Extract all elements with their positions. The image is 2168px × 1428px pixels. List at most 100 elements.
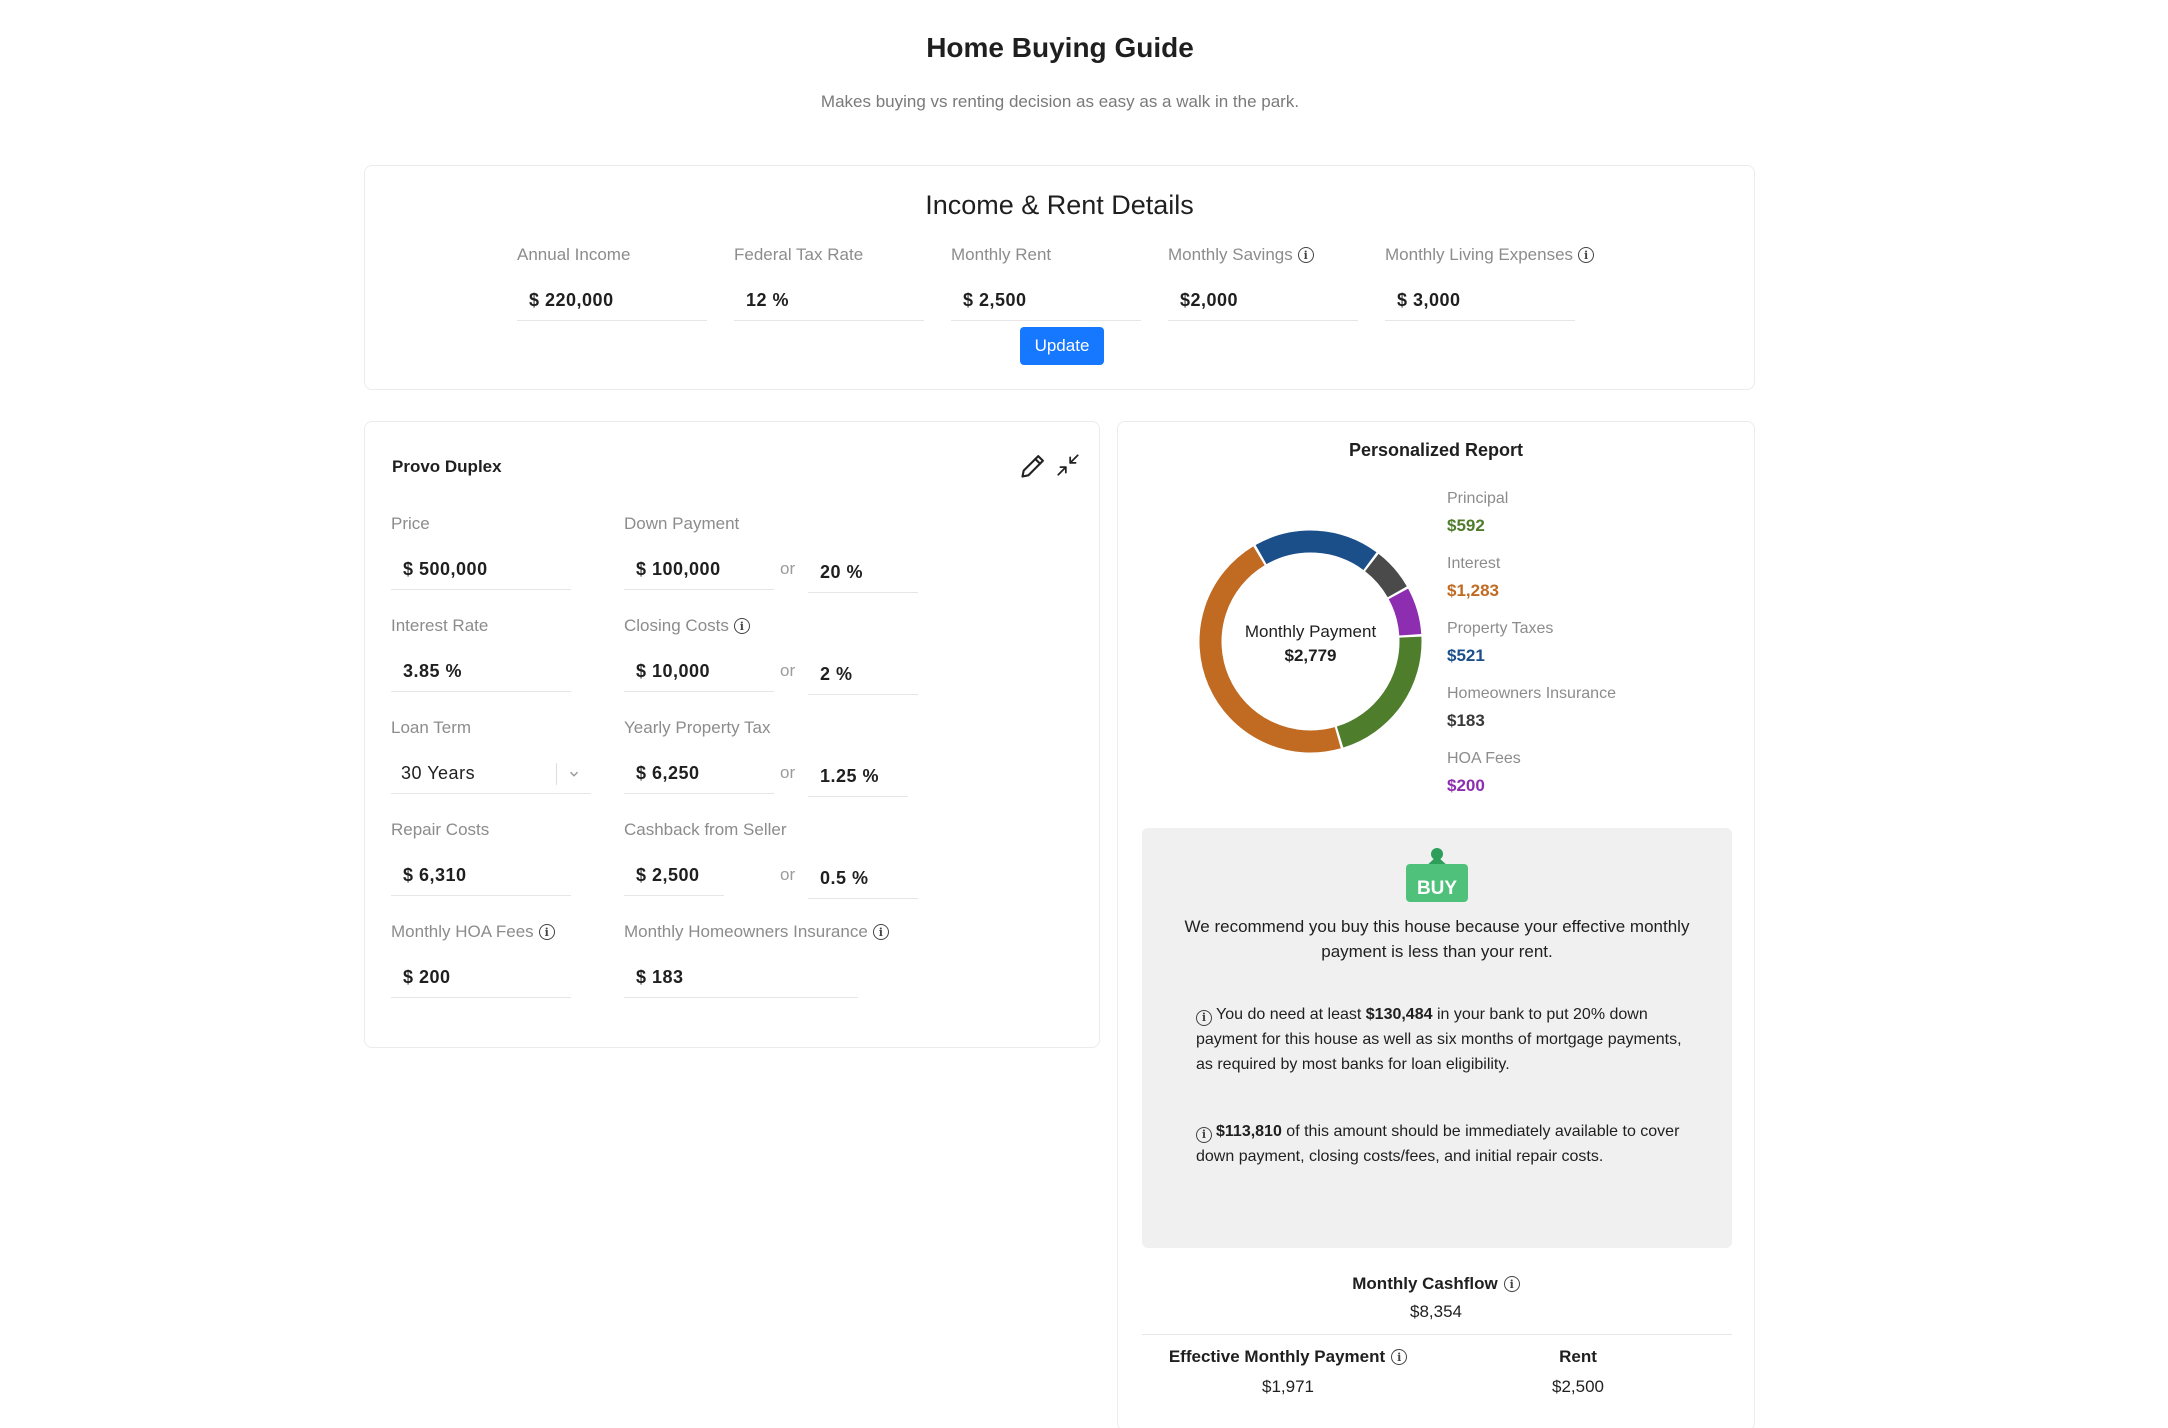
select-separator [556, 762, 557, 785]
legend-item-hoa-fees: HOA Fees $200 [1447, 750, 1616, 815]
monthly-savings-label: Monthly Savings i [1168, 245, 1358, 265]
savings-note: i You do need at least $130,484 in your b… [1196, 1006, 1682, 1073]
monthly-rent-input[interactable]: $ 2,500 [951, 281, 1141, 321]
donut-center-label: Monthly Payment [1244, 622, 1377, 641]
income-card-title: Income & Rent Details [925, 190, 1194, 220]
down-payment-label: Down Payment [624, 514, 740, 533]
page-root: Home Buying Guide Makes buying vs rentin… [0, 0, 2168, 1428]
legend-value: $183 [1447, 711, 1485, 730]
annual-income-input[interactable]: $ 220,000 [517, 281, 707, 321]
yearly-property-tax-label: Yearly Property Tax [624, 718, 771, 737]
available-funds-note: i $113,810 of this amount should be immed… [1196, 1123, 1680, 1165]
monthly-insurance-label: Monthly Homeowners Insurance i [624, 922, 889, 942]
legend-label: Principal [1447, 490, 1509, 507]
down-payment-percent-input[interactable]: 20 % [808, 553, 918, 593]
legend-value: $521 [1447, 646, 1485, 665]
cashback-percent-field: 0.5 % [808, 820, 918, 899]
info-icon[interactable]: i [1391, 1349, 1408, 1365]
legend-label: Property Taxes [1447, 620, 1554, 637]
cashback-input[interactable]: $ 2,500 [624, 856, 724, 896]
legend-label: Interest [1447, 555, 1501, 572]
annual-income-label: Annual Income [517, 245, 631, 264]
legend-item-homeowners-insurance: Homeowners Insurance $183 [1447, 685, 1616, 750]
info-icon[interactable]: i [1297, 247, 1314, 263]
price-input[interactable]: $ 500,000 [391, 550, 571, 590]
update-button[interactable]: Update [1020, 327, 1104, 365]
monthly-insurance-input[interactable]: $ 183 [624, 958, 858, 998]
or-text: or [780, 559, 796, 578]
monthly-cashflow-label: Monthly Cashflow i [1118, 1274, 1754, 1294]
closing-costs-percent-input[interactable]: 2 % [808, 655, 918, 695]
or-text: or [780, 763, 796, 782]
legend-value: $200 [1447, 776, 1485, 795]
info-icon[interactable]: i [1578, 247, 1595, 263]
buy-sign-icon: BUY [1406, 848, 1468, 902]
monthly-rent-label: Monthly Rent [951, 245, 1052, 264]
monthly-living-expenses-input[interactable]: $ 3,000 [1385, 281, 1575, 321]
interest-rate-field: Interest Rate 3.85 % [391, 616, 571, 692]
legend-label: HOA Fees [1447, 750, 1521, 767]
info-icon[interactable]: i [1503, 1276, 1520, 1292]
monthly-living-expenses-field: Monthly Living Expenses i $ 3,000 [1385, 245, 1595, 321]
loan-term-select[interactable]: 30 Years [391, 754, 591, 794]
repair-costs-label: Repair Costs [391, 820, 490, 839]
page-title: Home Buying Guide [926, 32, 1194, 63]
loan-term-label: Loan Term [391, 718, 472, 737]
property-name: Provo Duplex [392, 457, 502, 476]
closing-costs-percent-field: 2 % [808, 616, 918, 695]
info-icon[interactable]: i [872, 924, 889, 940]
loan-term-value: 30 Years [401, 763, 476, 783]
collapse-icon[interactable] [1055, 452, 1081, 478]
donut-center-value: $2,779 [1284, 646, 1337, 665]
closing-costs-input[interactable]: $ 10,000 [624, 652, 774, 692]
income-rent-card: Income & Rent Details Annual Income $ 22… [364, 165, 1755, 390]
monthly-hoa-input[interactable]: $ 200 [391, 958, 571, 998]
legend-value: $592 [1447, 516, 1485, 535]
payment-legend: Principal $592 Interest $1,283 Property … [1447, 490, 1616, 815]
edit-pencil-icon[interactable] [1019, 452, 1047, 480]
divider [1142, 1334, 1732, 1335]
legend-value: $1,283 [1447, 581, 1499, 600]
rent-value: $2,500 [1552, 1377, 1604, 1396]
repair-costs-input[interactable]: $ 6,310 [391, 856, 571, 896]
report-title: Personalized Report [1348, 440, 1524, 460]
monthly-living-expenses-label: Monthly Living Expenses i [1385, 245, 1595, 265]
cashback-label: Cashback from Seller [624, 820, 787, 839]
effective-payment-value: $1,971 [1262, 1377, 1314, 1396]
legend-item-property-taxes: Property Taxes $521 [1447, 620, 1616, 685]
donut-slice-property-taxes [1255, 530, 1377, 571]
price-field: Price $ 500,000 [391, 514, 571, 590]
interest-rate-label: Interest Rate [391, 616, 489, 635]
down-payment-input[interactable]: $ 100,000 [624, 550, 774, 590]
property-tax-percent-input[interactable]: 1.25 % [808, 757, 908, 797]
buy-badge-text: BUY [1417, 878, 1457, 899]
cashback-percent-input[interactable]: 0.5 % [808, 859, 918, 899]
info-icon[interactable]: i [538, 924, 555, 940]
property-tax-percent-field: 1.25 % [808, 718, 908, 797]
down-payment-percent-field: 20 % [808, 514, 918, 593]
closing-costs-field: Closing Costs i $ 10,000 [624, 616, 774, 692]
monthly-savings-input[interactable]: $2,000 [1168, 281, 1358, 321]
chevron-down-icon [569, 771, 579, 777]
rent-summary: Rent $2,500 [1508, 1347, 1648, 1397]
info-icon[interactable]: i [733, 618, 750, 634]
monthly-cashflow-value: $8,354 [1410, 1302, 1462, 1321]
closing-costs-label: Closing Costs i [624, 616, 774, 636]
effective-payment-label: Effective Monthly Payment i [1168, 1347, 1408, 1367]
yearly-property-tax-input[interactable]: $ 6,250 [624, 754, 774, 794]
effective-monthly-payment: Effective Monthly Payment i $1,971 [1168, 1347, 1408, 1397]
legend-label: Homeowners Insurance [1447, 685, 1616, 702]
or-text: or [780, 661, 796, 680]
monthly-hoa-field: Monthly HOA Fees i $ 200 [391, 922, 571, 998]
interest-rate-input[interactable]: 3.85 % [391, 652, 571, 692]
federal-tax-rate-input[interactable]: 12 % [734, 281, 924, 321]
or-text: or [780, 865, 796, 884]
recommendation-box: BUY We recommend you buy this house beca… [1142, 828, 1732, 1248]
donut-slice-homeowners-insurance [1364, 553, 1407, 598]
property-card: Provo Duplex Price $ 500,000 Down Paymen… [364, 421, 1100, 1048]
loan-term-field: Loan Term 30 Years [391, 718, 591, 794]
repair-costs-field: Repair Costs $ 6,310 [391, 820, 571, 896]
legend-item-principal: Principal $592 [1447, 490, 1616, 555]
page-subtitle: Makes buying vs renting decision as easy… [820, 92, 1300, 111]
monthly-rent-field: Monthly Rent $ 2,500 [951, 245, 1141, 321]
